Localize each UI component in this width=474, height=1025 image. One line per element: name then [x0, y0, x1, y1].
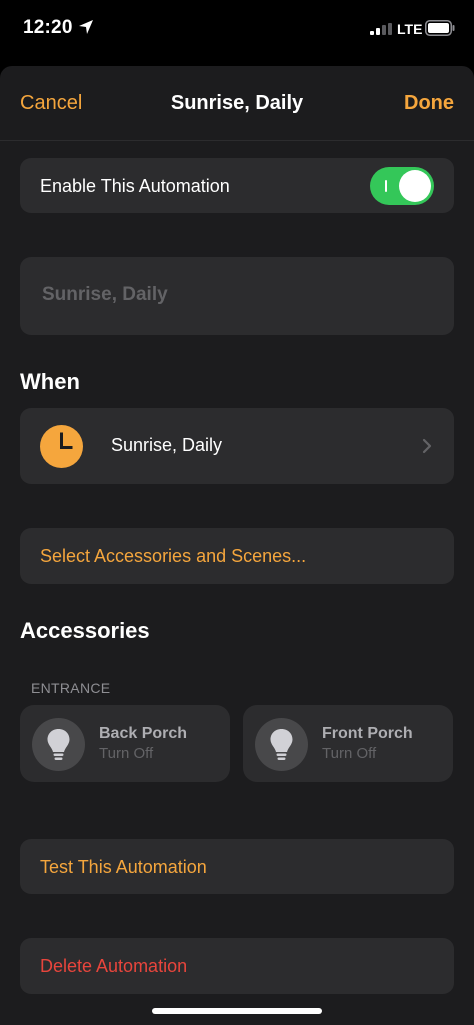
enable-automation-row: Enable This Automation: [20, 158, 454, 213]
when-section-header: When: [20, 369, 80, 394]
accessory-icon-circle: [32, 718, 85, 771]
test-automation-label: Test This Automation: [40, 857, 207, 877]
cellular-signal-icon: [370, 23, 392, 35]
test-automation-button[interactable]: Test This Automation: [20, 839, 454, 894]
lightbulb-icon: [270, 729, 293, 760]
trigger-row[interactable]: Sunrise, Daily: [20, 408, 454, 484]
accessory-name: Front Porch: [322, 725, 413, 742]
location-arrow-icon: [79, 20, 93, 34]
status-time: 12:20: [23, 17, 73, 38]
automation-sheet: Cancel Sunrise, Daily Done Enable This A…: [0, 66, 474, 1025]
enable-automation-toggle[interactable]: [370, 167, 434, 205]
accessory-action: Turn Off: [99, 745, 154, 762]
network-type-label: LTE: [397, 21, 423, 37]
enable-automation-label: Enable This Automation: [40, 176, 230, 196]
clock-icon: [40, 425, 83, 468]
automation-name-placeholder: Sunrise, Daily: [42, 284, 168, 305]
lightbulb-icon: [47, 729, 70, 760]
room-group-label: ENTRANCE: [31, 680, 111, 696]
done-button[interactable]: Done: [404, 92, 454, 115]
accessories-section-header: Accessories: [20, 618, 150, 643]
delete-automation-button[interactable]: Delete Automation: [20, 938, 454, 994]
battery-icon: [425, 20, 455, 36]
accessory-name: Back Porch: [99, 725, 188, 742]
navigation-bar: Cancel Sunrise, Daily Done: [0, 66, 474, 140]
accessory-icon-circle: [255, 718, 308, 771]
home-indicator[interactable]: [152, 1008, 322, 1014]
chevron-right-icon: [422, 438, 432, 454]
toggle-knob: [399, 170, 431, 202]
accessory-action: Turn Off: [322, 745, 377, 762]
status-bar: 12:20 LTE: [0, 0, 474, 62]
nav-divider: [0, 140, 474, 141]
trigger-label: Sunrise, Daily: [111, 435, 223, 455]
automation-name-field[interactable]: Sunrise, Daily: [20, 257, 454, 335]
delete-automation-label: Delete Automation: [40, 956, 188, 976]
accessory-tile-front-porch[interactable]: Front Porch Turn Off: [243, 705, 453, 782]
page-title: Sunrise, Daily: [170, 92, 304, 114]
toggle-on-indicator: [385, 180, 387, 192]
select-accessories-button[interactable]: Select Accessories and Scenes...: [20, 528, 454, 584]
accessory-tile-back-porch[interactable]: Back Porch Turn Off: [20, 705, 230, 782]
select-accessories-label: Select Accessories and Scenes...: [40, 546, 307, 566]
